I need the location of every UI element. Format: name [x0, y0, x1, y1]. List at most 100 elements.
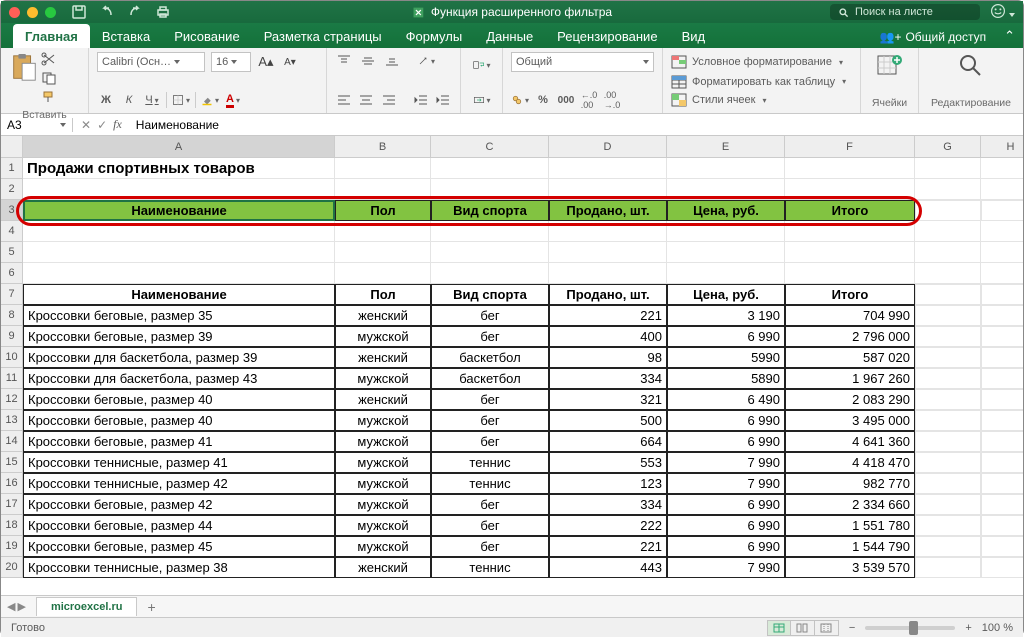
- cell[interactable]: бег: [431, 536, 549, 557]
- cell[interactable]: [981, 557, 1023, 578]
- cell[interactable]: 6 990: [667, 326, 785, 347]
- row-header[interactable]: 11: [1, 368, 23, 389]
- cell[interactable]: [549, 263, 667, 284]
- cancel-formula-icon[interactable]: ✕: [81, 118, 91, 132]
- cell[interactable]: [915, 158, 981, 179]
- cell[interactable]: 1 967 260: [785, 368, 915, 389]
- border-button[interactable]: ▾: [172, 91, 190, 109]
- cell[interactable]: [915, 557, 981, 578]
- cell[interactable]: Кроссовки беговые, размер 42: [23, 494, 335, 515]
- cell[interactable]: Кроссовки беговые, размер 40: [23, 389, 335, 410]
- cell[interactable]: 221: [549, 305, 667, 326]
- underline-button[interactable]: Ч▾: [143, 91, 161, 109]
- cell[interactable]: 2 083 290: [785, 389, 915, 410]
- cell[interactable]: 500: [549, 410, 667, 431]
- cell[interactable]: теннис: [431, 452, 549, 473]
- align-bottom-icon[interactable]: [383, 52, 401, 70]
- cell[interactable]: 664: [549, 431, 667, 452]
- tab-page-layout[interactable]: Разметка страницы: [252, 24, 394, 48]
- cell[interactable]: теннис: [431, 557, 549, 578]
- cell-styles-button[interactable]: Стили ячеек: [692, 94, 755, 106]
- increase-font-icon[interactable]: A▴: [257, 53, 275, 71]
- cell[interactable]: [549, 221, 667, 242]
- cell[interactable]: 4 418 470: [785, 452, 915, 473]
- cell[interactable]: [785, 221, 915, 242]
- cell[interactable]: [915, 410, 981, 431]
- wrap-text-icon[interactable]: ▾: [473, 56, 491, 74]
- cell[interactable]: Кроссовки беговые, размер 45: [23, 536, 335, 557]
- increase-indent-icon[interactable]: [434, 91, 452, 109]
- cell[interactable]: [981, 515, 1023, 536]
- cell[interactable]: [981, 179, 1023, 200]
- column-header[interactable]: D: [549, 136, 667, 158]
- copy-icon[interactable]: [41, 71, 59, 88]
- cell[interactable]: [431, 263, 549, 284]
- cell[interactable]: [335, 221, 431, 242]
- cell[interactable]: [981, 536, 1023, 557]
- cell[interactable]: 6 990: [667, 410, 785, 431]
- cell[interactable]: [23, 179, 335, 200]
- cell[interactable]: Кроссовки для баскетбола, размер 39: [23, 347, 335, 368]
- cell[interactable]: 3 190: [667, 305, 785, 326]
- column-header[interactable]: H: [981, 136, 1023, 158]
- cell[interactable]: [981, 284, 1023, 305]
- cell[interactable]: теннис: [431, 473, 549, 494]
- cell[interactable]: мужской: [335, 473, 431, 494]
- zoom-in-button[interactable]: +: [965, 622, 971, 634]
- cell[interactable]: Цена, руб.: [667, 200, 785, 221]
- tab-home[interactable]: Главная: [13, 24, 90, 48]
- cell[interactable]: бег: [431, 305, 549, 326]
- cell[interactable]: 5990: [667, 347, 785, 368]
- column-header[interactable]: F: [785, 136, 915, 158]
- row-header[interactable]: 4: [1, 221, 23, 242]
- cell[interactable]: Кроссовки теннисные, размер 42: [23, 473, 335, 494]
- currency-icon[interactable]: ▾: [511, 91, 529, 109]
- cell[interactable]: 6 490: [667, 389, 785, 410]
- zoom-slider[interactable]: [865, 626, 955, 630]
- cell[interactable]: бег: [431, 326, 549, 347]
- cell[interactable]: [915, 221, 981, 242]
- bold-button[interactable]: Ж: [97, 91, 115, 109]
- page-break-view-button[interactable]: [815, 620, 839, 636]
- cell[interactable]: [335, 263, 431, 284]
- cell[interactable]: [785, 263, 915, 284]
- cell[interactable]: бег: [431, 494, 549, 515]
- cell[interactable]: Вид спорта: [431, 284, 549, 305]
- cell[interactable]: [785, 179, 915, 200]
- cell[interactable]: [915, 242, 981, 263]
- column-header[interactable]: A: [23, 136, 335, 158]
- cell[interactable]: [785, 158, 915, 179]
- align-right-icon[interactable]: [380, 91, 398, 109]
- cell[interactable]: 321: [549, 389, 667, 410]
- decrease-indent-icon[interactable]: [412, 91, 430, 109]
- cell[interactable]: баскетбол: [431, 368, 549, 389]
- cell[interactable]: [431, 242, 549, 263]
- cell[interactable]: мужской: [335, 368, 431, 389]
- sheet-nav-next-icon[interactable]: ▶: [17, 600, 25, 613]
- redo-icon[interactable]: [126, 3, 144, 21]
- cell[interactable]: [915, 200, 981, 221]
- tab-review[interactable]: Рецензирование: [545, 24, 669, 48]
- row-header[interactable]: 1: [1, 158, 23, 179]
- cell[interactable]: [981, 305, 1023, 326]
- cell[interactable]: [915, 284, 981, 305]
- search-input[interactable]: Поиск на листе: [830, 4, 980, 20]
- row-header[interactable]: 8: [1, 305, 23, 326]
- cell[interactable]: Кроссовки для баскетбола, размер 43: [23, 368, 335, 389]
- cell[interactable]: мужской: [335, 326, 431, 347]
- cell[interactable]: мужской: [335, 431, 431, 452]
- cell[interactable]: [981, 494, 1023, 515]
- cell[interactable]: 7 990: [667, 452, 785, 473]
- cell[interactable]: бег: [431, 389, 549, 410]
- paste-button[interactable]: [9, 52, 39, 107]
- cell[interactable]: [915, 431, 981, 452]
- save-icon[interactable]: [70, 3, 88, 21]
- cell[interactable]: 3 539 570: [785, 557, 915, 578]
- cell[interactable]: [667, 242, 785, 263]
- cells-area[interactable]: Продажи спортивных товаровНаименованиеПо…: [23, 158, 1023, 578]
- cell[interactable]: 1 544 790: [785, 536, 915, 557]
- formula-input[interactable]: Наименование: [130, 118, 1023, 132]
- cell[interactable]: [335, 179, 431, 200]
- normal-view-button[interactable]: [767, 620, 791, 636]
- merge-cells-icon[interactable]: ▾: [473, 91, 491, 109]
